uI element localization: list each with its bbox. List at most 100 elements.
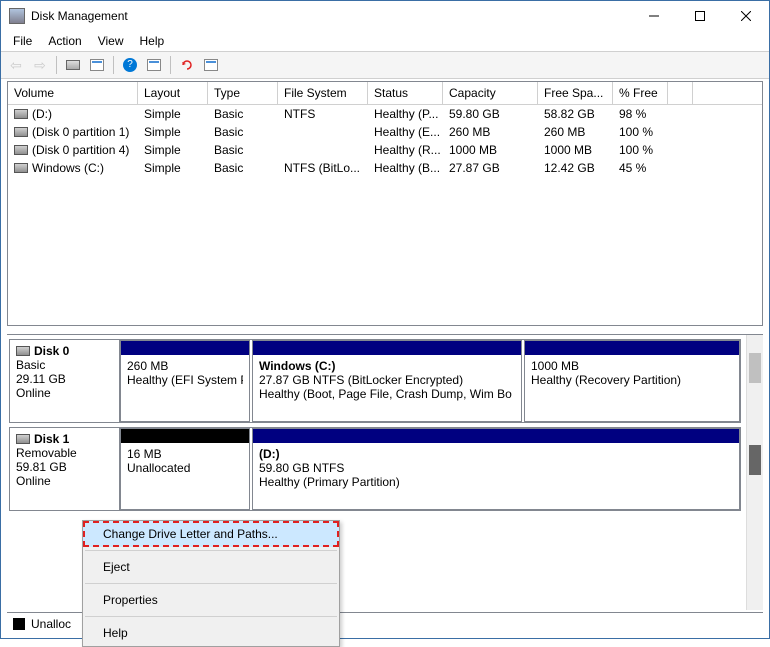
toolbar-properties-icon[interactable] (200, 54, 222, 76)
vol-name: (D:) (8, 105, 138, 123)
forward-button[interactable]: ⇨ (29, 54, 51, 76)
vol-status: Healthy (R... (368, 141, 443, 159)
menubar: File Action View Help (1, 31, 769, 51)
partition-size: 27.87 GB NTFS (BitLocker Encrypted) (259, 373, 515, 387)
maximize-button[interactable] (677, 1, 723, 31)
partition-status: Healthy (Recovery Partition) (531, 373, 733, 387)
disk-type: Removable (16, 446, 113, 460)
partition-stripe (121, 429, 249, 443)
partition-stripe (525, 341, 739, 355)
vol-capacity: 27.87 GB (443, 159, 538, 177)
disk-name: Disk 1 (16, 432, 113, 446)
vol-status: Healthy (P... (368, 105, 443, 123)
volume-row[interactable]: Windows (C:)SimpleBasicNTFS (BitLo...Hea… (8, 159, 762, 177)
ctx-separator (85, 550, 337, 551)
disk-icon (14, 145, 28, 155)
col-spacer (668, 82, 693, 104)
legend-unallocated-label: Unalloc (31, 617, 71, 631)
col-free[interactable]: Free Spa... (538, 82, 613, 104)
window-title: Disk Management (31, 9, 631, 23)
volume-list[interactable]: Volume Layout Type File System Status Ca… (7, 81, 763, 326)
volume-row[interactable]: (Disk 0 partition 1)SimpleBasicHealthy (… (8, 123, 762, 141)
partition-size: 16 MB (127, 447, 243, 461)
partition-stripe (253, 429, 739, 443)
ctx-separator (85, 616, 337, 617)
vol-fs: NTFS (278, 105, 368, 123)
scrollbar-thumb[interactable] (749, 445, 761, 475)
partition-size: 1000 MB (531, 359, 733, 373)
partition-size: 59.80 GB NTFS (259, 461, 733, 475)
menu-help[interactable]: Help (132, 32, 173, 50)
disk-info[interactable]: Disk 0Basic29.11 GBOnline (10, 340, 120, 422)
partition-status: Healthy (Boot, Page File, Crash Dump, Wi… (259, 387, 515, 401)
minimize-button[interactable] (631, 1, 677, 31)
vol-capacity: 59.80 GB (443, 105, 538, 123)
partition-size: 260 MB (127, 359, 243, 373)
partition[interactable]: (D:)59.80 GB NTFSHealthy (Primary Partit… (252, 428, 740, 510)
disk-icon (16, 346, 30, 356)
vol-type: Basic (208, 123, 278, 141)
partition-status: Healthy (Primary Partition) (259, 475, 733, 489)
ctx-properties[interactable]: Properties (83, 587, 339, 613)
vol-pct: 45 % (613, 159, 668, 177)
partition[interactable]: 260 MBHealthy (EFI System Parti (120, 340, 250, 422)
legend-swatch-unallocated (13, 618, 25, 630)
ctx-help[interactable]: Help (83, 620, 339, 646)
vol-name: (Disk 0 partition 4) (8, 141, 138, 159)
disk-name: Disk 0 (16, 344, 113, 358)
vol-free: 58.82 GB (538, 105, 613, 123)
toolbar-help-icon[interactable]: ? (119, 54, 141, 76)
vol-free: 260 MB (538, 123, 613, 141)
scrollbar-thumb[interactable] (749, 353, 761, 383)
toolbar-disk-icon[interactable] (62, 54, 84, 76)
col-layout[interactable]: Layout (138, 82, 208, 104)
vol-capacity: 260 MB (443, 123, 538, 141)
vol-layout: Simple (138, 159, 208, 177)
col-pctfree[interactable]: % Free (613, 82, 668, 104)
ctx-change-drive-letter[interactable]: Change Drive Letter and Paths... (83, 521, 339, 547)
back-button[interactable]: ⇦ (5, 54, 27, 76)
col-type[interactable]: Type (208, 82, 278, 104)
vol-type: Basic (208, 159, 278, 177)
col-capacity[interactable]: Capacity (443, 82, 538, 104)
volume-row[interactable]: (D:)SimpleBasicNTFSHealthy (P...59.80 GB… (8, 105, 762, 123)
partition-status: Healthy (EFI System Parti (127, 373, 243, 387)
menu-view[interactable]: View (90, 32, 132, 50)
disk-info[interactable]: Disk 1Removable59.81 GBOnline (10, 428, 120, 510)
vol-free: 1000 MB (538, 141, 613, 159)
partition[interactable]: Windows (C:)27.87 GB NTFS (BitLocker Enc… (252, 340, 522, 422)
partition-title: Windows (C:) (259, 359, 515, 373)
vol-name: Windows (C:) (8, 159, 138, 177)
partition[interactable]: 16 MBUnallocated (120, 428, 250, 510)
col-filesystem[interactable]: File System (278, 82, 368, 104)
disk-size: 59.81 GB (16, 460, 113, 474)
toolbar-separator (113, 56, 114, 74)
vol-type: Basic (208, 141, 278, 159)
col-status[interactable]: Status (368, 82, 443, 104)
vol-fs (278, 123, 368, 141)
disk-row: Disk 0Basic29.11 GBOnline260 MBHealthy (… (9, 339, 741, 423)
disk-row: Disk 1Removable59.81 GBOnline16 MBUnallo… (9, 427, 741, 511)
menu-action[interactable]: Action (40, 32, 89, 50)
toolbar: ⇦ ⇨ ? (1, 51, 769, 79)
col-volume[interactable]: Volume (8, 82, 138, 104)
partition[interactable]: 1000 MBHealthy (Recovery Partition) (524, 340, 740, 422)
disk-scrollbar[interactable] (746, 335, 763, 610)
disk-type: Basic (16, 358, 113, 372)
close-button[interactable] (723, 1, 769, 31)
disk-size: 29.11 GB (16, 372, 113, 386)
toolbar-separator (170, 56, 171, 74)
disk-icon (14, 127, 28, 137)
toolbar-refresh-icon[interactable] (176, 54, 198, 76)
app-icon (9, 8, 25, 24)
toolbar-view-icon[interactable] (86, 54, 108, 76)
vol-capacity: 1000 MB (443, 141, 538, 159)
toolbar-list-icon[interactable] (143, 54, 165, 76)
menu-file[interactable]: File (5, 32, 40, 50)
titlebar[interactable]: Disk Management (1, 1, 769, 31)
disk-icon (14, 109, 28, 119)
vol-fs (278, 141, 368, 159)
vol-fs: NTFS (BitLo... (278, 159, 368, 177)
volume-row[interactable]: (Disk 0 partition 4)SimpleBasicHealthy (… (8, 141, 762, 159)
ctx-eject[interactable]: Eject (83, 554, 339, 580)
